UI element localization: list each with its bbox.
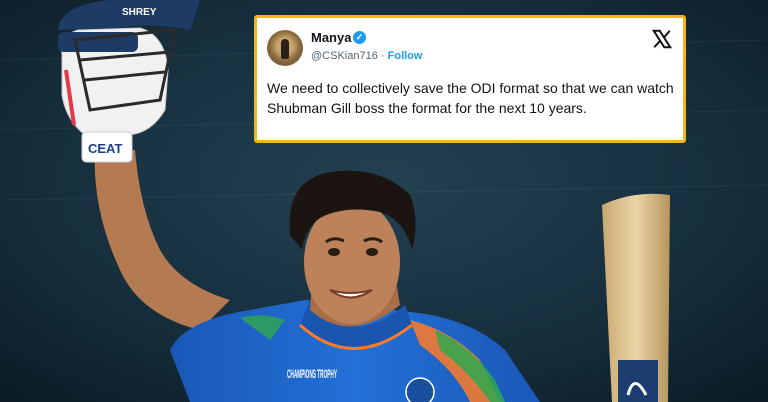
cricket-bat [602, 193, 670, 402]
follow-link[interactable]: Follow [388, 50, 423, 62]
author-handle[interactable]: @CSKian716 [311, 50, 378, 62]
separator-dot: · [380, 50, 385, 62]
glove-brand-text: CEAT [88, 141, 122, 156]
jersey-logo-text: CHAMPIONS TROPHY [287, 367, 337, 381]
tweet-card: Manya ✓ @CSKian716 · Follow We need to c… [254, 15, 686, 143]
tweet-text: We need to collectively save the ODI for… [267, 80, 674, 116]
avatar[interactable] [267, 30, 303, 66]
author-name[interactable]: Manya [311, 30, 351, 45]
author-handle-row: @CSKian716 · Follow [311, 50, 422, 62]
x-logo-icon[interactable] [651, 28, 673, 50]
helmet-brand-text: SHREY [122, 7, 157, 18]
verified-badge-icon: ✓ [353, 31, 366, 44]
